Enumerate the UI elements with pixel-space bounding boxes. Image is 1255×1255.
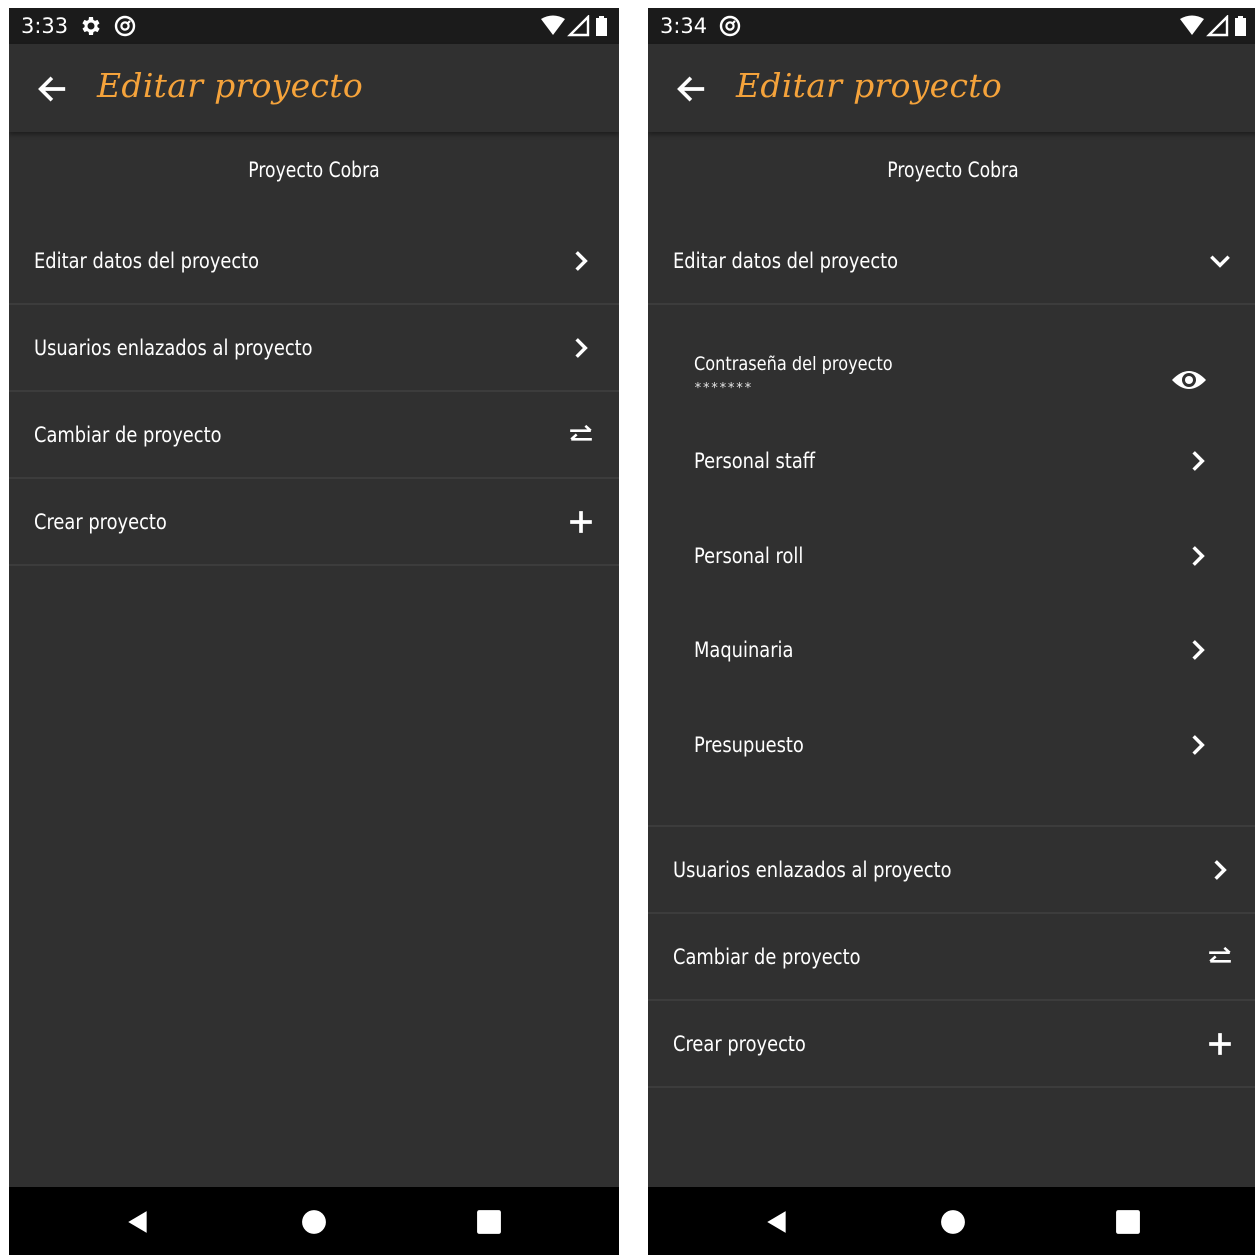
system-nav-bar [648, 1187, 1255, 1255]
chevron-right-icon [575, 337, 588, 358]
nav-recents-icon[interactable] [476, 1209, 502, 1235]
battery-icon [596, 16, 607, 36]
password-label: Contraseña del proyecto [694, 353, 893, 375]
status-icons-group [1180, 14, 1248, 37]
nav-home-icon[interactable] [940, 1209, 966, 1235]
submenu-item-personal-roll[interactable]: Personal roll [648, 526, 1255, 586]
sync-status-icon [114, 15, 136, 37]
nav-recents-icon[interactable] [1115, 1209, 1141, 1235]
submenu-item-maquinaria[interactable]: Maquinaria [648, 620, 1255, 680]
chevron-right-icon [1192, 546, 1205, 566]
system-nav-bar [9, 1187, 619, 1255]
project-menu: Editar datos del proyecto Usuarios enlaz… [9, 218, 619, 566]
menu-item-label: Crear proyecto [34, 509, 167, 534]
chevron-down-icon [1210, 254, 1230, 268]
eye-icon[interactable] [1170, 365, 1208, 395]
project-menu: Editar datos del proyecto Contraseña del… [648, 218, 1255, 1088]
nav-home-icon[interactable] [301, 1209, 327, 1235]
submenu-item-label: Personal staff [694, 449, 816, 473]
menu-item-editar-datos[interactable]: Editar datos del proyecto [9, 218, 619, 305]
submenu-item-label: Personal roll [694, 544, 804, 568]
submenu-item-label: Maquinaria [694, 638, 794, 662]
menu-item-label: Cambiar de proyecto [34, 422, 222, 447]
menu-item-usuarios-enlazados[interactable]: Usuarios enlazados al proyecto [648, 827, 1255, 914]
plus-icon [570, 510, 592, 533]
chevron-right-icon [1192, 735, 1205, 755]
app-bar: Editar proyecto [9, 44, 619, 132]
app-bar: Editar proyecto [648, 44, 1255, 132]
app-bar-title: Editar proyecto [97, 66, 364, 105]
submenu-item-personal-staff[interactable]: Personal staff [648, 431, 1255, 491]
submenu-item-presupuesto[interactable]: Presupuesto [648, 715, 1255, 775]
chevron-right-icon [1192, 640, 1205, 660]
menu-item-cambiar-proyecto[interactable]: Cambiar de proyecto [9, 392, 619, 479]
wifi-icon [1180, 15, 1204, 35]
swap-icon [1209, 946, 1231, 963]
back-arrow-icon[interactable] [35, 72, 69, 106]
cell-signal-icon [1206, 14, 1229, 37]
chevron-right-icon [575, 250, 588, 271]
status-time: 3:34 [660, 14, 708, 38]
menu-item-label: Editar datos del proyecto [673, 248, 899, 273]
menu-item-crear-proyecto[interactable]: Crear proyecto [648, 1001, 1255, 1088]
sync-status-icon [719, 15, 741, 37]
status-bar: 3:34 [648, 8, 1255, 44]
cell-signal-icon [567, 14, 590, 37]
phone-screen-right: 3:34 Editar proyecto Proyecto Cobra Edit… [648, 8, 1255, 1255]
menu-item-label: Usuarios enlazados al proyecto [34, 335, 313, 360]
back-arrow-icon[interactable] [674, 72, 708, 106]
menu-item-usuarios-enlazados[interactable]: Usuarios enlazados al proyecto [9, 305, 619, 392]
project-name: Proyecto Cobra [248, 158, 380, 182]
menu-item-crear-proyecto[interactable]: Crear proyecto [9, 479, 619, 566]
status-icons-group [541, 14, 609, 37]
battery-icon [1235, 16, 1246, 36]
menu-item-label: Crear proyecto [673, 1031, 806, 1056]
menu-item-label: Editar datos del proyecto [34, 248, 260, 273]
menu-item-label: Usuarios enlazados al proyecto [673, 857, 952, 882]
chevron-right-icon [1214, 859, 1227, 880]
plus-icon [1209, 1032, 1231, 1055]
wifi-icon [541, 15, 565, 35]
settings-gear-icon [82, 17, 100, 35]
nav-back-icon[interactable] [125, 1209, 151, 1235]
editar-datos-submenu: Contraseña del proyecto ******* Personal… [648, 305, 1255, 827]
status-bar: 3:33 [9, 8, 619, 44]
project-name: Proyecto Cobra [887, 158, 1019, 182]
status-time: 3:33 [21, 14, 69, 38]
menu-item-label: Cambiar de proyecto [673, 944, 861, 969]
swap-icon [570, 424, 592, 441]
chevron-right-icon [1192, 451, 1205, 471]
submenu-item-label: Presupuesto [694, 733, 804, 757]
menu-item-editar-datos-expanded[interactable]: Editar datos del proyecto [648, 218, 1255, 305]
menu-item-cambiar-proyecto[interactable]: Cambiar de proyecto [648, 914, 1255, 1001]
phone-screen-left: 3:33 Editar proyecto Proyecto Cobra Edit… [9, 8, 619, 1255]
password-value: ******* [694, 381, 753, 396]
nav-back-icon[interactable] [764, 1209, 790, 1235]
app-bar-title: Editar proyecto [736, 66, 1003, 105]
